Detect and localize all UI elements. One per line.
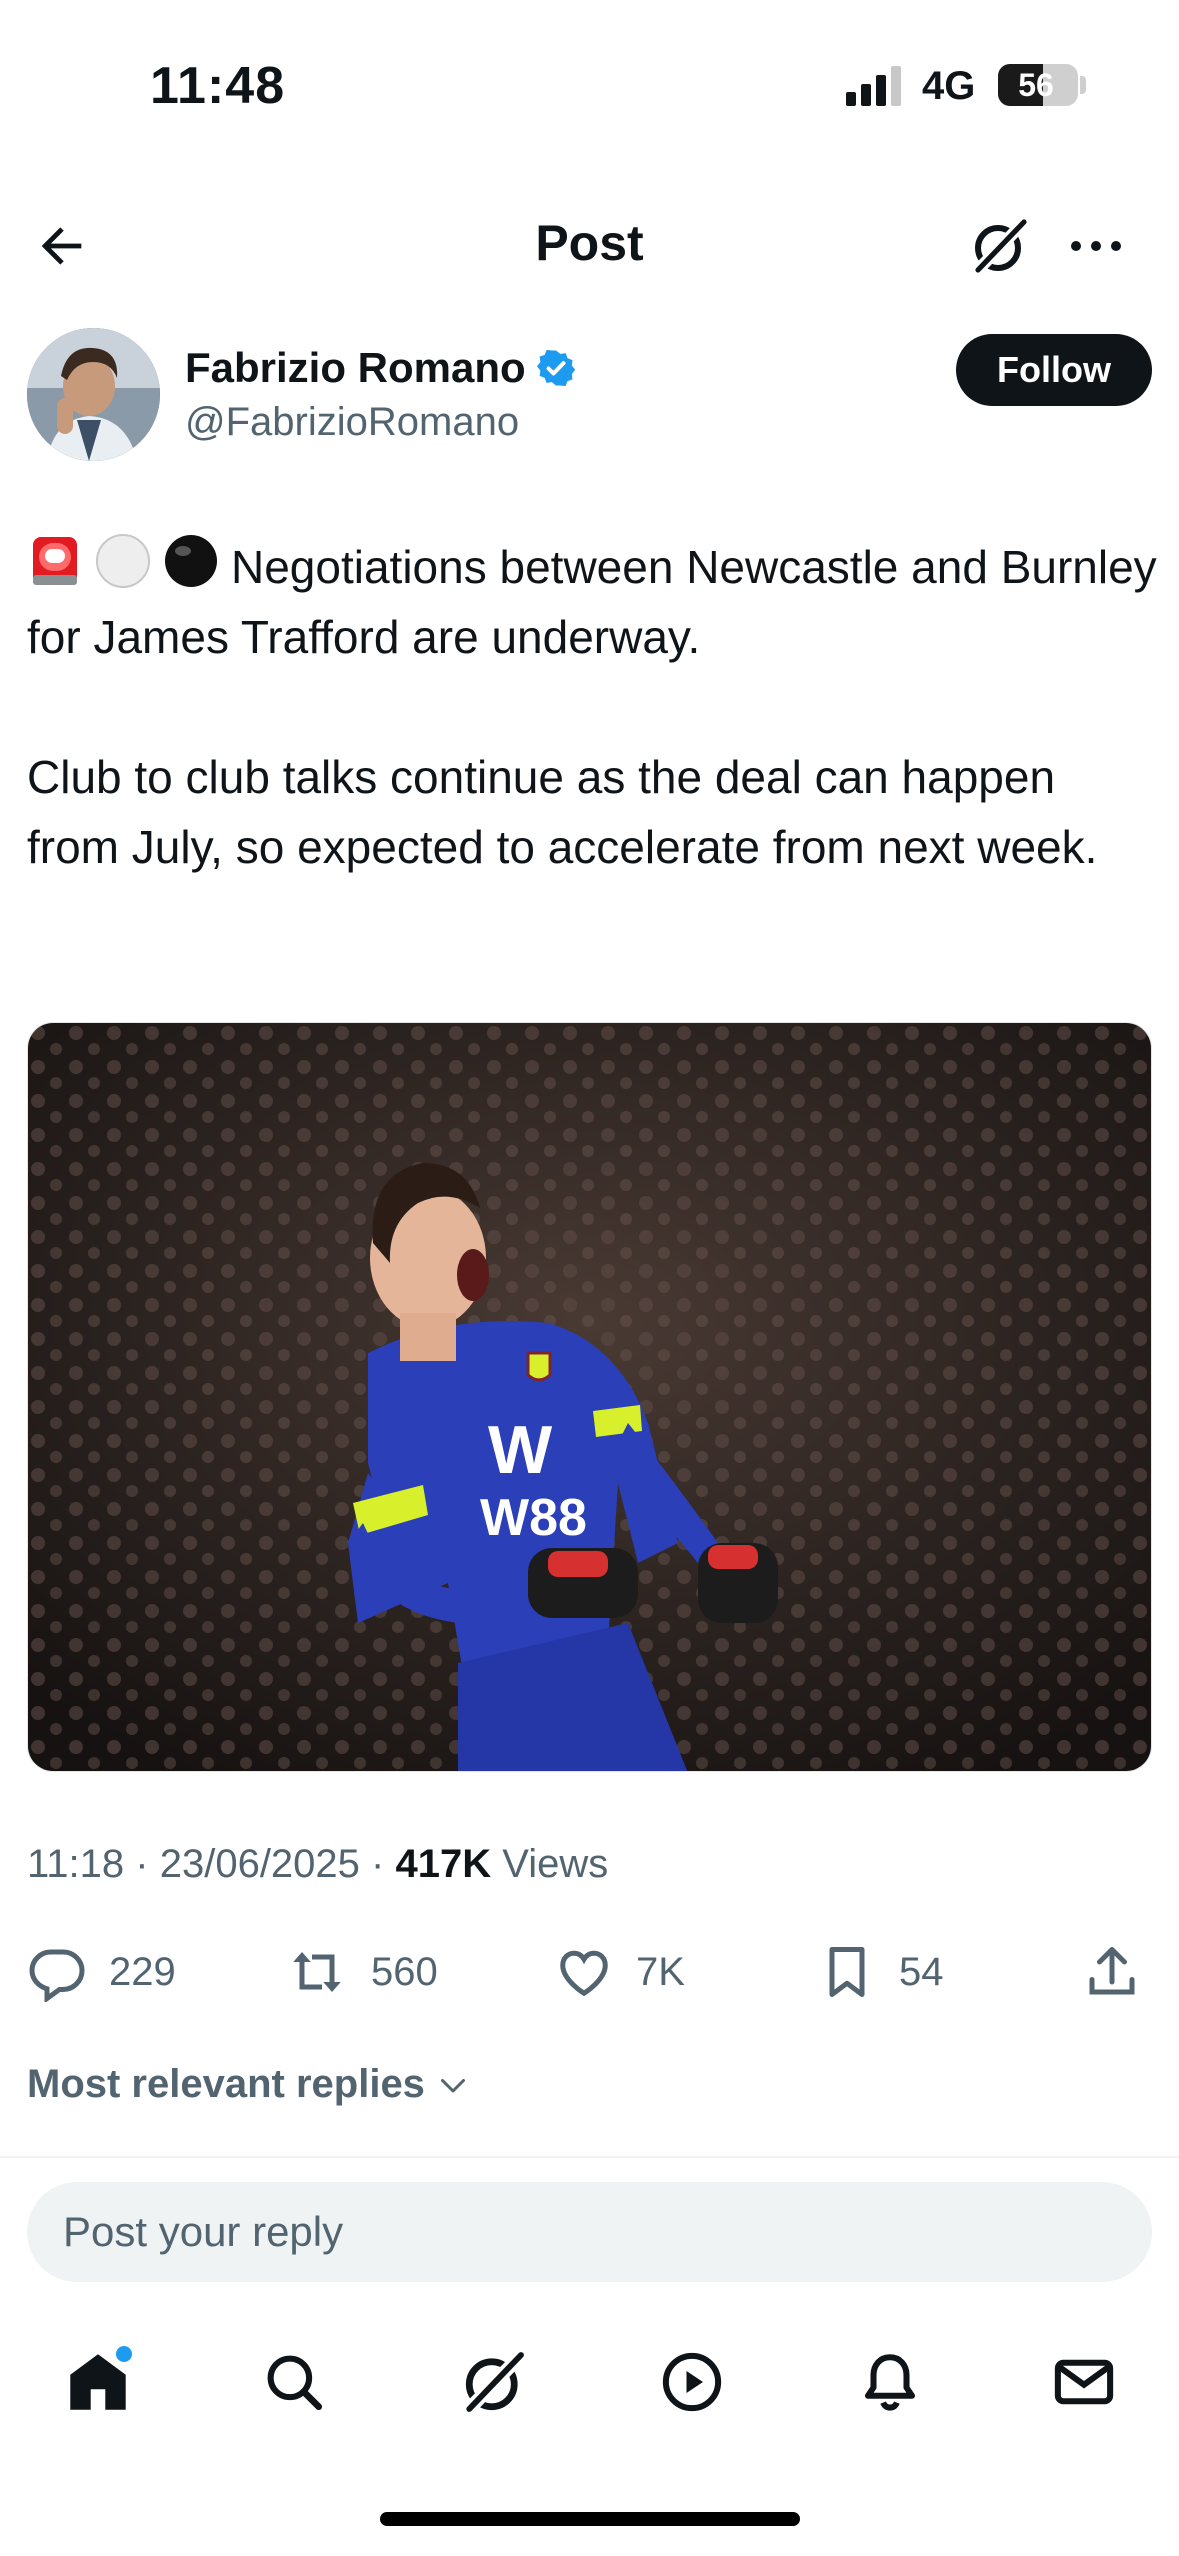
more-horizontal-icon xyxy=(1071,241,1121,251)
status-time: 11:48 xyxy=(150,57,286,115)
tab-home[interactable] xyxy=(58,2342,138,2422)
like-button[interactable]: 7K xyxy=(554,1932,685,2012)
avatar[interactable] xyxy=(27,328,160,461)
divider xyxy=(0,2156,1179,2158)
verified-badge-icon xyxy=(536,349,575,387)
author-name-text: Fabrizio Romano xyxy=(185,344,526,391)
notification-dot xyxy=(116,2346,132,2362)
tab-bar xyxy=(0,2322,1179,2442)
grok-button[interactable] xyxy=(960,206,1040,286)
tab-search[interactable] xyxy=(254,2342,334,2422)
black-circle-emoji xyxy=(165,535,217,587)
battery-nub xyxy=(1080,76,1086,94)
replies-sort-dropdown[interactable]: Most relevant replies xyxy=(27,2062,471,2107)
post-paragraph-1: Negotiations between Newcastle and Burnl… xyxy=(27,532,1157,672)
messages-icon xyxy=(1054,2359,1114,2405)
reply-box[interactable] xyxy=(27,2182,1152,2282)
author-handle[interactable]: @FabrizioRomano xyxy=(185,400,519,445)
repost-icon xyxy=(293,1952,341,1992)
back-button[interactable] xyxy=(24,208,100,284)
grok-icon xyxy=(971,215,1031,277)
home-indicator xyxy=(380,2512,800,2526)
meta-separator: · xyxy=(371,1842,385,1886)
meta-separator: · xyxy=(135,1842,149,1886)
status-bar: 11:48 4G 56 xyxy=(0,0,1179,170)
avatar-image xyxy=(27,328,160,461)
bookmark-count: 54 xyxy=(899,1949,944,1994)
share-icon xyxy=(1089,1947,1135,1995)
reply-button[interactable]: 229 xyxy=(27,1932,176,2012)
post-time: 11:18 xyxy=(27,1842,125,1886)
goalkeeper-photo: W W88 xyxy=(28,1023,1151,1771)
siren-emoji xyxy=(33,537,77,585)
post-meta: 11:18 · 23/06/2025 · 417K Views xyxy=(27,1842,608,1887)
chevron-down-icon xyxy=(440,2078,465,2092)
search-icon xyxy=(267,2355,323,2411)
signal-icon xyxy=(846,66,901,106)
reply-icon xyxy=(29,1949,85,2002)
tab-video[interactable] xyxy=(652,2342,732,2422)
bookmark-icon xyxy=(829,1947,865,1997)
arrow-left-icon xyxy=(41,227,82,265)
follow-button[interactable]: Follow xyxy=(956,334,1152,406)
network-label: 4G xyxy=(922,64,976,108)
author-name[interactable]: Fabrizio Romano xyxy=(185,344,576,392)
post-paragraph-2: Club to club talks continue as the deal … xyxy=(27,751,1098,873)
replies-sort-label: Most relevant replies xyxy=(27,2062,425,2106)
post-image[interactable]: W W88 xyxy=(27,1022,1152,1772)
svg-text:W: W xyxy=(488,1412,553,1488)
white-circle-emoji xyxy=(96,534,150,588)
tab-messages[interactable] xyxy=(1044,2342,1124,2422)
post-text: Negotiations between Newcastle and Burnl… xyxy=(27,532,1157,882)
reply-input[interactable] xyxy=(63,2182,1113,2282)
heart-icon xyxy=(560,1950,608,1997)
battery-level: 56 xyxy=(1018,67,1054,103)
video-icon xyxy=(662,2352,722,2412)
tab-notifications[interactable] xyxy=(850,2342,930,2422)
post-author: Fabrizio Romano @FabrizioRomano Follow xyxy=(27,328,1152,468)
post-date: 23/06/2025 xyxy=(159,1842,360,1886)
notifications-icon xyxy=(864,2354,916,2411)
share-button[interactable] xyxy=(1082,1932,1142,2012)
more-options-button[interactable] xyxy=(1056,206,1136,286)
bookmark-button[interactable]: 54 xyxy=(817,1932,944,2012)
views-label: Views xyxy=(502,1842,609,1886)
tab-grok[interactable] xyxy=(454,2342,534,2422)
post-actions: 229 560 7K 54 xyxy=(27,1932,1152,2012)
reply-count: 229 xyxy=(109,1949,176,1994)
post-header: Post xyxy=(0,190,1179,300)
like-count: 7K xyxy=(636,1949,685,1994)
svg-text:W88: W88 xyxy=(480,1489,587,1547)
repost-button[interactable]: 560 xyxy=(285,1932,438,2012)
battery-icon: 56 xyxy=(998,64,1078,106)
views-count: 417K xyxy=(395,1842,492,1886)
repost-count: 560 xyxy=(371,1949,438,1994)
grok-icon xyxy=(462,2348,529,2416)
